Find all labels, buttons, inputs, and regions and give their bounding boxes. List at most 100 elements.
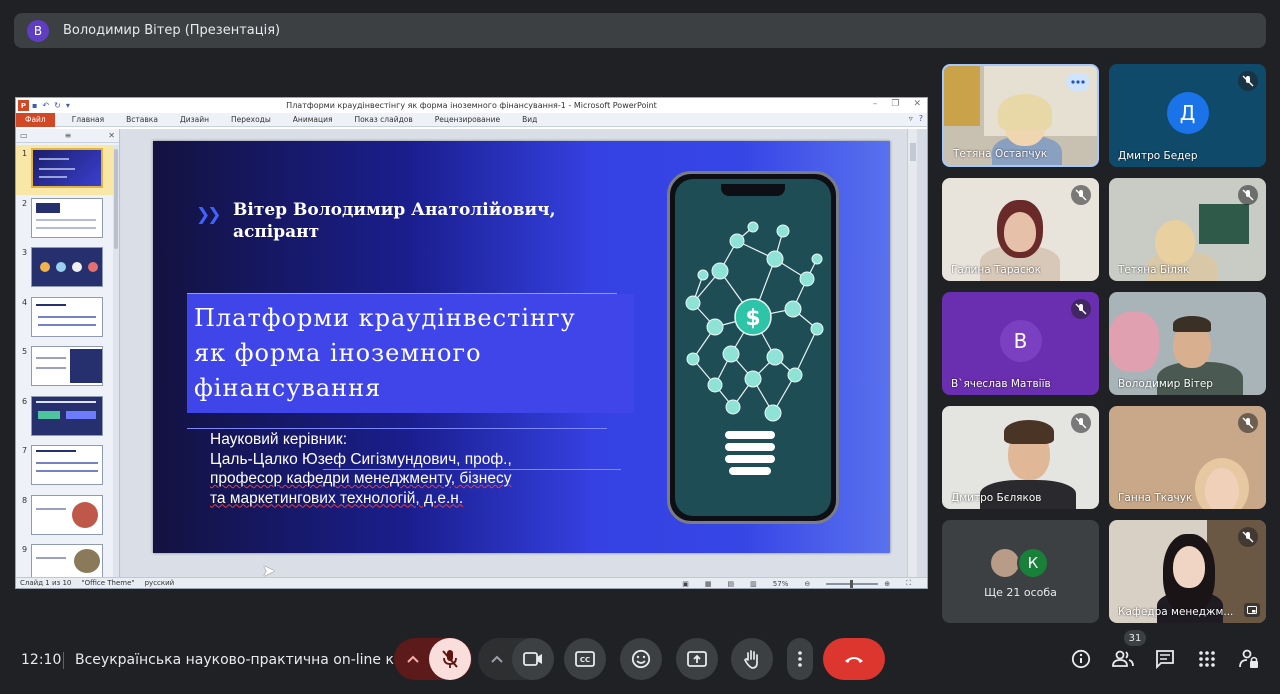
pip-icon	[1244, 603, 1260, 617]
advisor-degree: та маркетингових технологій, д.е.н.	[210, 489, 464, 507]
smartphone-illustration: $	[667, 171, 839, 524]
ppt-tab-transitions: Переходы	[231, 115, 271, 124]
leave-call-button[interactable]	[823, 638, 885, 680]
captions-button[interactable]: CC	[564, 638, 606, 680]
participant-avatar: Д	[1166, 91, 1209, 134]
present-screen-button[interactable]	[676, 638, 718, 680]
microphone-toggle-button[interactable]	[429, 638, 471, 680]
people-icon	[1112, 650, 1134, 667]
ppt-tab-view: Вид	[522, 115, 538, 124]
raise-hand-button[interactable]	[731, 638, 773, 680]
more-options-button[interactable]	[787, 638, 813, 680]
participant-name: Дмитро Бєляков	[951, 492, 1042, 504]
reactions-button[interactable]	[620, 638, 662, 680]
chat-icon	[1156, 650, 1174, 669]
presenter-bar: В Володимир Вітер (Презентація)	[14, 13, 1266, 48]
view-reading-icon: ▤	[727, 579, 735, 588]
title-line-2: як форма іноземного	[194, 339, 482, 367]
advisor-rule	[187, 428, 607, 429]
status-view-controls: ▣ ▦ ▤ ▥ 57% ⊖ ⊕ ⛶	[682, 578, 921, 589]
thumb-number: 9	[22, 545, 28, 554]
people-button[interactable]	[1111, 647, 1135, 671]
participant-tile[interactable]: Тетяна Остапчук	[942, 64, 1099, 167]
slide-canvas: ❯❯ Вітер Володимир Анатолійович, аспіран…	[153, 141, 890, 553]
ppt-file-tab: Файл	[16, 112, 55, 127]
thumbnail-slide-2: 2	[16, 195, 113, 245]
meeting-title: Всеукраїнська науково-практична on-line …	[75, 652, 408, 668]
thumbnail-slide-4: 4	[16, 294, 113, 344]
thumbnail-slide-1: 1	[16, 145, 113, 195]
camera-toggle-button[interactable]	[512, 638, 554, 680]
thumbnail-image	[31, 544, 103, 577]
more-vertical-icon	[798, 651, 802, 667]
ppt-tab-design: Дизайн	[179, 115, 210, 124]
participant-face	[1155, 220, 1195, 264]
participant-tile[interactable]: Дмитро Бєляков	[942, 406, 1099, 509]
ppt-tab-review: Рецензирование	[434, 115, 501, 124]
status-language: русский	[144, 579, 175, 587]
zoom-level: 57%	[772, 579, 789, 588]
participant-avatar: К	[1017, 547, 1049, 579]
phone-screen: $	[675, 179, 831, 516]
slide-thumbnails-pane: ▭ ≡ ✕ 1 2 3 4 5 6 7 8 9	[16, 129, 120, 577]
mic-off-icon	[1071, 413, 1091, 433]
video-options-button[interactable]	[478, 638, 516, 680]
thumb-number: 7	[22, 446, 28, 455]
more-participants-avatars: К	[989, 547, 1049, 579]
more-options-icon[interactable]	[1066, 73, 1090, 91]
participant-name: В`ячеслав Матвіїв	[951, 378, 1051, 390]
lightbulb-network-icon: $	[685, 221, 824, 475]
advisor-heading: Науковий керівник:	[210, 431, 348, 448]
mic-off-icon	[1238, 527, 1258, 547]
ppt-ribbon-tabs: Файл Главная Вставка Дизайн Переходы Ани…	[16, 112, 927, 127]
host-controls-button[interactable]	[1237, 647, 1261, 671]
participant-avatar: В	[999, 319, 1042, 362]
background-flowers	[1109, 312, 1159, 372]
audio-options-button[interactable]	[394, 638, 432, 680]
ppt-body: ▭ ≡ ✕ 1 2 3 4 5 6 7 8 9 ❯❯ Вітер Володим…	[16, 129, 927, 577]
participant-name: Володимир Вітер	[1118, 378, 1213, 390]
thumbnail-image	[31, 346, 103, 386]
closed-captions-icon: CC	[575, 651, 595, 667]
thumbnail-image	[31, 197, 103, 238]
ppt-titlebar: P ▪ ↶ ↻ ▾ Платформи краудінвестінгу як ф…	[16, 98, 927, 113]
participant-tile[interactable]: Галина Тарасюк	[942, 178, 1099, 281]
participant-tile[interactable]: Тетяна Біляк	[1109, 178, 1266, 281]
thumb-number: 6	[22, 396, 28, 406]
chevron-arrows-icon: ❯❯	[196, 205, 221, 225]
slide-author: Вітер Володимир Анатолійович, аспірант	[233, 199, 556, 243]
thumbnail-image	[31, 494, 103, 535]
meeting-details-button[interactable]	[1069, 647, 1093, 671]
participant-tile[interactable]: Ганна Ткачук	[1109, 406, 1266, 509]
title-line-1: Платформи краудінвестінгу	[194, 304, 576, 332]
more-participants-tile[interactable]: К Ще 21 особа	[942, 520, 1099, 623]
participant-tile[interactable]: В В`ячеслав Матвіїв	[942, 292, 1099, 395]
participant-tile[interactable]: Д Дмитро Бедер	[1109, 64, 1266, 167]
participant-tile[interactable]: Володимир Вітер	[1109, 292, 1266, 395]
thumbnail-slide-3: 3	[16, 244, 113, 294]
chat-button[interactable]	[1153, 647, 1177, 671]
people-count-badge: 31	[1124, 630, 1146, 646]
status-slide-count: Слайд 1 из 10	[20, 579, 72, 587]
chevron-up-icon	[407, 655, 419, 663]
participant-name: Дмитро Бедер	[1118, 150, 1198, 162]
participant-name: Тетяна Остапчук	[953, 148, 1048, 160]
apps-grid-icon	[1199, 651, 1215, 667]
mic-off-icon	[1238, 413, 1258, 433]
ppt-help-area: ▿ ?	[909, 114, 923, 123]
mic-off-icon	[1071, 185, 1091, 205]
thumbnail-slide-5: 5	[16, 343, 113, 393]
thumbnail-slide-7: 7	[16, 442, 113, 492]
advisor-block: Науковий керівник: Цаль-Цалко Юзеф Сигіз…	[210, 430, 512, 508]
activities-button[interactable]	[1195, 647, 1219, 671]
present-screen-icon	[687, 651, 707, 667]
title-line-3: фінансування	[194, 374, 382, 402]
powerpoint-logo-icon: P	[18, 100, 29, 111]
participant-hair	[1004, 420, 1054, 444]
camera-icon	[523, 652, 542, 666]
thumbnails-scrollbar	[113, 145, 119, 577]
participant-tile[interactable]: Кафедра менеджм...	[1109, 520, 1266, 623]
advisor-title: професор кафедри менеджменту, бізнесу	[210, 470, 512, 487]
thumbnail-image	[31, 395, 103, 436]
ribbon-collapse-icon: ▿	[908, 114, 913, 123]
